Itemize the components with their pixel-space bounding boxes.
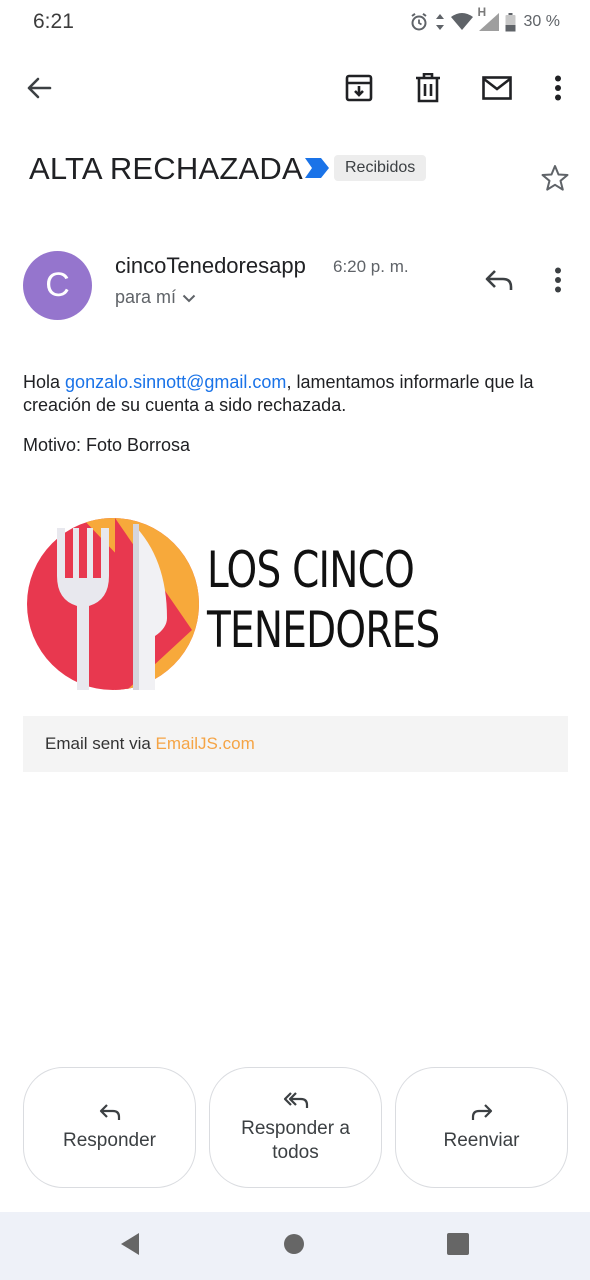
- label-chip-recibidos[interactable]: Recibidos: [334, 155, 427, 181]
- action-buttons: Responder Responder a todos Reenviar: [23, 1067, 568, 1189]
- mail-icon: [482, 76, 512, 100]
- archive-icon: [345, 74, 373, 102]
- forward-action-button[interactable]: Reenviar: [395, 1067, 568, 1188]
- more-vert-icon: [554, 75, 562, 101]
- email-link[interactable]: gonzalo.sinnott@gmail.com: [65, 372, 286, 392]
- email-footer: Email sent via EmailJS.com: [23, 716, 568, 772]
- archive-button[interactable]: [335, 64, 383, 112]
- brand-logo: LOS CINCO TENEDORES: [27, 518, 440, 690]
- reply-label: Responder: [63, 1129, 156, 1151]
- battery-icon: [505, 12, 516, 32]
- more-options-button[interactable]: [534, 64, 582, 112]
- nav-back-icon: [119, 1232, 141, 1261]
- mark-unread-button[interactable]: [473, 64, 521, 112]
- nav-home-button[interactable]: [270, 1222, 318, 1270]
- emailjs-link[interactable]: EmailJS.com: [156, 734, 255, 753]
- status-icons: H 30 %: [409, 5, 560, 34]
- reply-action-button[interactable]: Responder: [23, 1067, 196, 1188]
- more-vert-icon: [554, 267, 562, 293]
- footer-prefix: Email sent via: [45, 734, 156, 753]
- email-body: Hola gonzalo.sinnott@gmail.com, lamentam…: [23, 371, 573, 417]
- sender-row: C cincoTenedoresapp 6:20 p. m. para mí: [0, 250, 590, 330]
- logo-text-line1: LOS CINCO: [207, 541, 415, 599]
- reply-button[interactable]: [475, 256, 523, 304]
- footer-text: Email sent via EmailJS.com: [45, 734, 255, 754]
- logo-text: LOS CINCO TENEDORES: [207, 540, 440, 660]
- signal-icon: H: [478, 5, 499, 31]
- alarm-icon: [409, 12, 429, 32]
- reply-all-label: Responder a todos: [241, 1117, 350, 1163]
- back-arrow-icon: [25, 74, 53, 102]
- logo-text-line2: TENEDORES: [207, 601, 440, 659]
- recipient-label: para mí: [115, 287, 177, 307]
- message-more-button[interactable]: [534, 256, 582, 304]
- sender-name: cincoTenedoresapp: [115, 253, 306, 278]
- greeting-text: Hola: [23, 372, 61, 392]
- reply-icon: [99, 1103, 121, 1129]
- wifi-icon: [450, 13, 473, 31]
- rejection-reason: Motivo: Foto Borrosa: [23, 435, 191, 455]
- delete-button[interactable]: [404, 64, 452, 112]
- forward-icon: [471, 1103, 493, 1129]
- recipient-details-toggle[interactable]: para mí: [115, 287, 196, 308]
- subject-row: ALTA RECHAZADA Recibidos: [29, 148, 569, 198]
- trash-icon: [416, 73, 440, 103]
- nav-recents-icon: [447, 1232, 469, 1260]
- star-icon: [541, 164, 569, 197]
- forward-label: Reenviar: [443, 1129, 520, 1151]
- nav-home-icon: [283, 1233, 305, 1260]
- nav-recents-button[interactable]: [434, 1222, 482, 1270]
- battery-percentage: 30 %: [523, 13, 560, 30]
- reply-icon: [485, 269, 513, 291]
- nav-back-button[interactable]: [106, 1222, 154, 1270]
- status-time: 6:21: [33, 10, 74, 33]
- reply-all-icon: [283, 1091, 309, 1117]
- status-bar: 6:21 H 30 %: [0, 0, 590, 44]
- email-time: 6:20 p. m.: [333, 257, 409, 276]
- system-nav-bar: [0, 1212, 590, 1280]
- network-type-label: H: [477, 5, 487, 19]
- data-arrows-icon: [435, 12, 445, 32]
- avatar[interactable]: C: [23, 251, 92, 320]
- star-button[interactable]: [535, 160, 575, 200]
- importance-marker-icon: [305, 158, 330, 183]
- back-button[interactable]: [15, 64, 63, 112]
- app-bar: [0, 60, 590, 120]
- reply-all-action-button[interactable]: Responder a todos: [209, 1067, 382, 1188]
- chevron-down-icon: [182, 287, 196, 308]
- email-subject: ALTA RECHAZADA: [29, 151, 303, 186]
